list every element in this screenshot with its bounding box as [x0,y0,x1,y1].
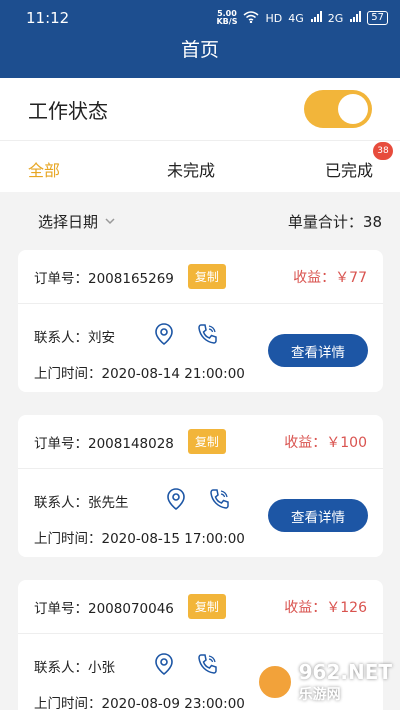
status-bar: 11:12 5.00 KB/S HD 4G 2G 57 [0,0,400,36]
order-income: 收益：￥126 [284,599,367,616]
watermark-logo-icon [256,664,293,700]
location-icon[interactable] [166,487,186,511]
done-count-badge: 38 [373,142,393,160]
page-title: 首页 [180,38,219,61]
location-icon[interactable] [154,322,174,346]
visit-time: 上门时间：2020-08-14 21:00:00 [34,366,245,382]
date-picker-label: 选择日期 [38,212,99,231]
chevron-down-icon [105,218,115,225]
order-card-body: 联系人：张先生 上门时间：2020-08-15 17:00:00 查看详情 [18,469,383,557]
tab-undone[interactable]: 未完成 [167,157,215,181]
visit-time: 上门时间：2020-08-09 23:00:00 [34,696,245,710]
filter-row: 选择日期 单量合计：38 [0,192,400,250]
status-icons: 5.00 KB/S HD 4G 2G 57 [216,10,388,26]
visit-time: 上门时间：2020-08-15 17:00:00 [34,531,245,547]
date-picker[interactable]: 选择日期 [38,211,116,232]
work-status-label: 工作状态 [28,98,108,123]
order-number: 订单号：2008165269 [34,270,174,287]
order-tabs: 全部 未完成 已完成 [0,140,400,192]
order-income: 收益：￥77 [293,269,367,286]
order-card: 订单号：2008165269 复制 收益：￥77 联系人：刘安 上门时间：202… [18,250,383,392]
order-total: 单量合计：38 [287,212,382,231]
contact-name: 联系人：小张 [34,660,115,676]
work-status-toggle[interactable] [304,90,372,128]
order-number: 订单号：2008148028 [34,435,174,452]
work-status-row: 工作状态 [0,78,400,140]
watermark: 962.NET 乐游网 [256,660,392,704]
hd-indicator: HD [265,11,283,25]
order-card-header: 订单号：2008148028 复制 收益：￥100 [18,415,383,469]
phone-icon[interactable] [196,652,218,676]
location-icon[interactable] [154,652,174,676]
order-number: 订单号：2008070046 [34,600,174,617]
title-bar: 首页 [0,36,400,78]
view-detail-button[interactable]: 查看详情 [268,334,368,367]
status-time: 11:12 [26,9,70,27]
copy-button[interactable]: 复制 [187,429,226,454]
phone-icon[interactable] [196,322,218,346]
tab-done[interactable]: 已完成 [325,157,373,181]
contact-name: 联系人：张先生 [34,495,129,511]
tab-all[interactable]: 全部 [28,157,60,181]
order-card-header: 订单号：2008165269 复制 收益：￥77 [18,250,383,304]
signal-4g: 4G [288,11,304,25]
signal-2g: 2G [327,11,344,25]
order-card: 订单号：2008148028 复制 收益：￥100 联系人：张先生 上门时间：2… [18,415,383,557]
view-detail-button[interactable]: 查看详情 [268,499,368,532]
network-speed: 5.00 KB/S [216,9,238,26]
signal-icon [310,10,322,26]
battery-indicator: 57 [367,11,388,25]
signal-icon-2 [349,10,362,26]
wifi-icon [243,10,259,26]
order-income: 收益：￥100 [284,434,367,451]
copy-button[interactable]: 复制 [187,594,226,619]
copy-button[interactable]: 复制 [187,264,226,289]
phone-icon[interactable] [208,487,230,511]
order-card-body: 联系人：刘安 上门时间：2020-08-14 21:00:00 查看详情 [18,304,383,392]
contact-name: 联系人：刘安 [34,330,115,346]
order-card-header: 订单号：2008070046 复制 收益：￥126 [18,580,383,634]
watermark-text: 962.NET 乐游网 [298,660,392,703]
toggle-knob [338,94,368,124]
